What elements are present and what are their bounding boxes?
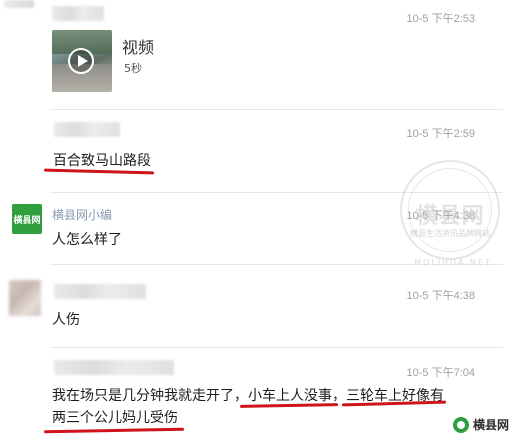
timestamp: 10-5 下午4:38 bbox=[406, 210, 475, 222]
message-divider bbox=[50, 347, 503, 348]
video-thumbnail[interactable] bbox=[52, 30, 112, 92]
message-divider bbox=[50, 109, 503, 110]
timestamp: 10-5 下午2:53 bbox=[406, 13, 475, 25]
avatar[interactable] bbox=[9, 280, 41, 316]
message-divider bbox=[50, 264, 503, 265]
message-text: 百合致马山路段 bbox=[53, 153, 151, 169]
message-text: 人伤 bbox=[52, 312, 80, 328]
red-underline bbox=[43, 427, 185, 434]
sender-name-blurred bbox=[52, 6, 104, 21]
red-underline bbox=[239, 403, 339, 408]
play-icon[interactable] bbox=[68, 48, 94, 74]
message-divider bbox=[50, 192, 503, 193]
watermark-subtitle: 横县生活资讯品牌网站 bbox=[410, 229, 490, 238]
avatar-label: 横县网 bbox=[13, 215, 41, 226]
brand-logo-icon bbox=[452, 416, 469, 433]
video-duration: 5秒 bbox=[124, 62, 142, 75]
sender-name-blurred bbox=[54, 284, 146, 299]
brand-badge: 横县网 bbox=[452, 416, 509, 433]
sender-name-blurred bbox=[54, 122, 120, 137]
video-title[interactable]: 视频 bbox=[122, 34, 154, 58]
timestamp: 10-5 下午7:04 bbox=[406, 367, 475, 379]
brand-label: 横县网 bbox=[472, 418, 509, 432]
avatar[interactable] bbox=[4, 0, 34, 8]
message-text-line-2: 两三个公儿妈儿受伤 bbox=[52, 410, 178, 426]
timestamp: 10-5 下午4:38 bbox=[406, 290, 475, 302]
avatar[interactable]: 横县网 bbox=[12, 204, 42, 234]
timestamp: 10-5 下午2:59 bbox=[406, 128, 475, 140]
sender-name-blurred bbox=[54, 360, 174, 375]
watermark-url: MOLIHUA.NET bbox=[414, 258, 492, 267]
message-text: 人怎么样了 bbox=[52, 232, 122, 248]
sender-name[interactable]: 横县网小编 bbox=[52, 206, 112, 223]
